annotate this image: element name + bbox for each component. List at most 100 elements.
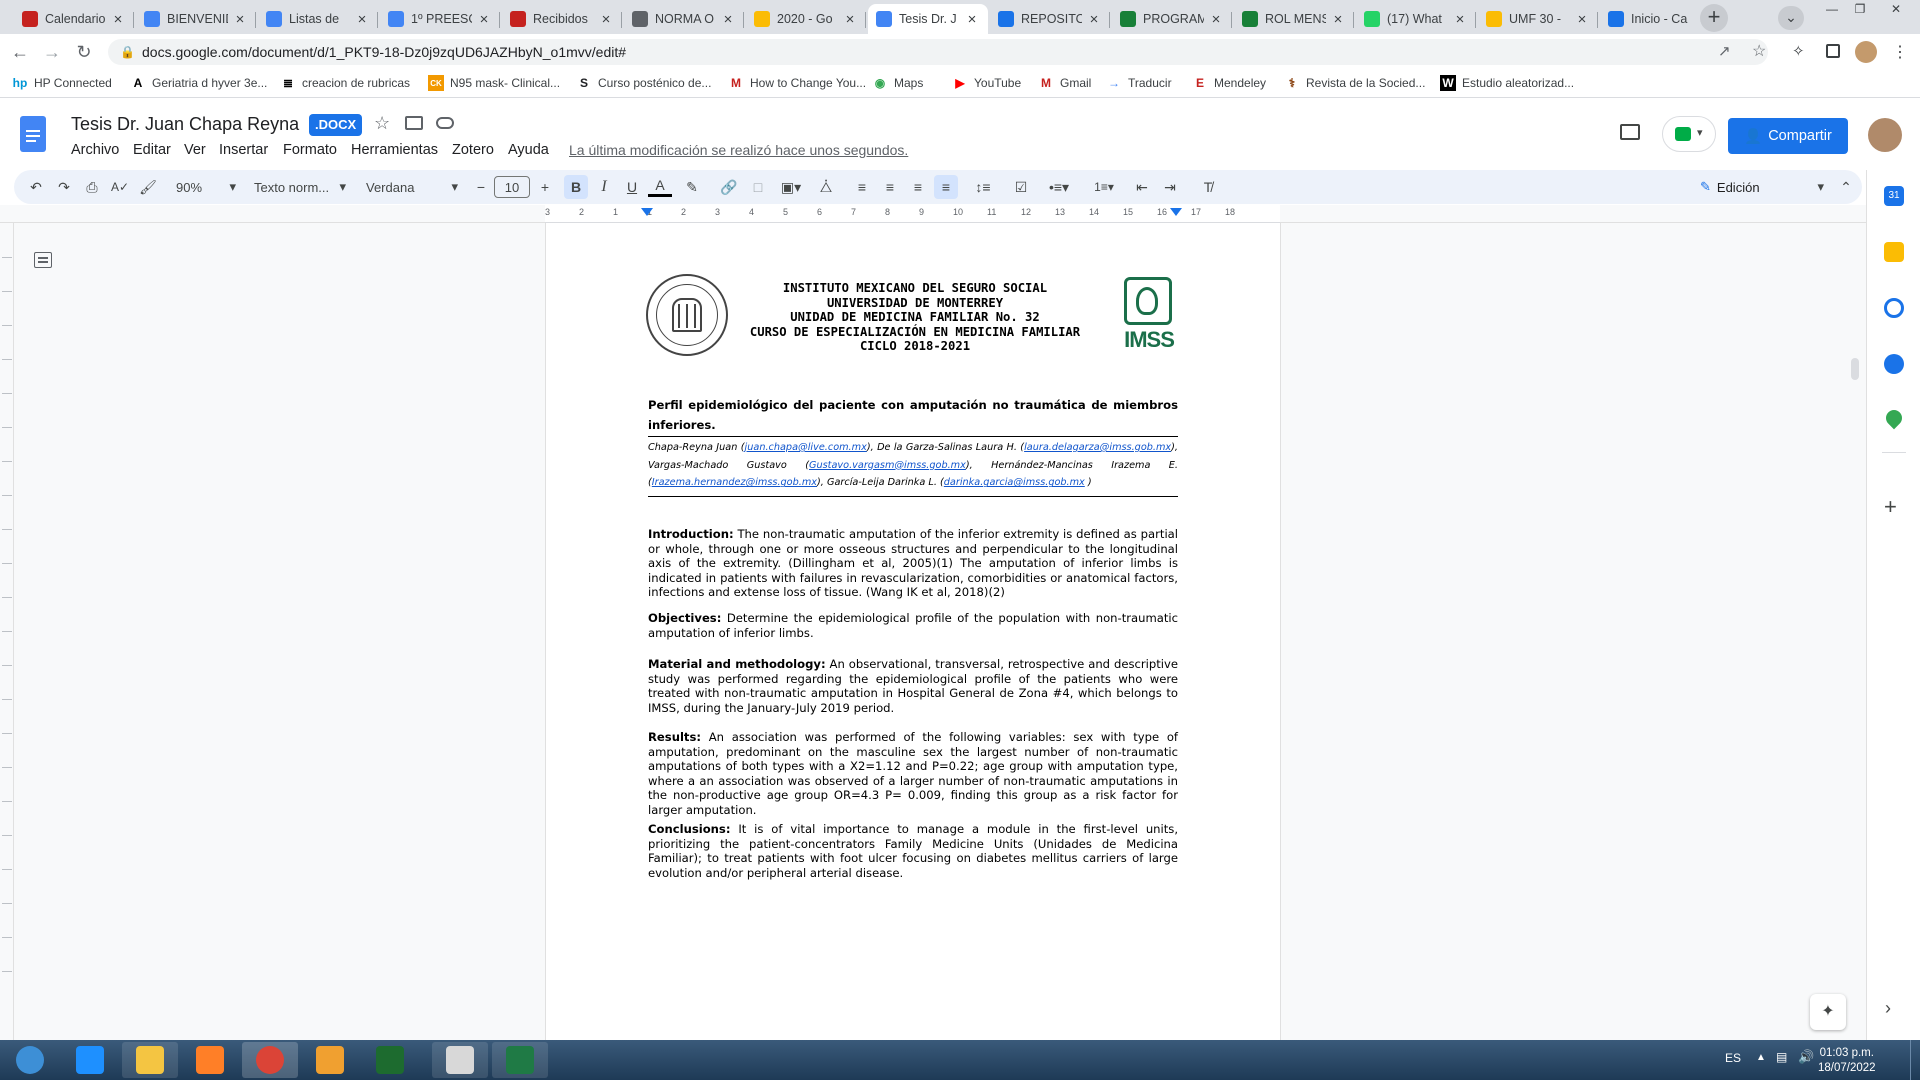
underline-icon[interactable]: U [620, 175, 644, 199]
align-justify-icon[interactable]: ≡ [934, 175, 958, 199]
comments-icon[interactable] [1620, 124, 1640, 140]
tab-search-chevron-icon[interactable]: ⌄ [1778, 6, 1804, 30]
share-page-icon[interactable]: ↗ [1718, 42, 1731, 60]
forward-arrow-icon[interactable]: → [40, 40, 64, 64]
bookmark-item[interactable]: CK N95 mask- Clinical... [428, 75, 560, 91]
menu-editar[interactable]: Editar [133, 142, 171, 158]
move-folder-icon[interactable] [405, 116, 423, 130]
bookmark-item[interactable]: ▶ YouTube [952, 75, 1021, 91]
close-tab-icon[interactable]: × [1452, 11, 1468, 28]
author-email-link[interactable]: Irazema.hernandez@imss.gob.mx [652, 477, 817, 488]
align-left-icon[interactable]: ≡ [850, 175, 874, 199]
bookmark-item[interactable]: E Mendeley [1192, 75, 1266, 91]
pdf-icon[interactable] [432, 1042, 488, 1078]
bookmark-item[interactable]: hp HP Connected [12, 75, 112, 91]
browser-tab[interactable]: 2020 - Go × [746, 4, 866, 34]
file-explorer-icon[interactable] [122, 1042, 178, 1078]
right-indent-marker[interactable] [1170, 208, 1182, 216]
close-tab-icon[interactable]: × [476, 11, 492, 28]
close-tab-icon[interactable]: × [1330, 11, 1346, 28]
back-arrow-icon[interactable]: ← [8, 40, 32, 64]
browser-tab[interactable]: Tesis Dr. J × [868, 4, 988, 34]
close-tab-icon[interactable]: × [232, 11, 248, 28]
media-player-icon[interactable] [182, 1042, 238, 1078]
increase-indent-icon[interactable]: ⇥ [1158, 175, 1182, 199]
menu-zotero[interactable]: Zotero [452, 142, 494, 158]
decrease-indent-icon[interactable]: ⇤ [1130, 175, 1154, 199]
explore-icon[interactable]: ✦ [1810, 994, 1846, 1030]
close-tab-icon[interactable]: × [1208, 11, 1224, 28]
windows-start-icon[interactable] [2, 1042, 58, 1078]
google-docs-logo-icon[interactable] [20, 116, 46, 152]
extensions-icon[interactable]: ✧ [1792, 42, 1805, 60]
close-tab-icon[interactable]: × [110, 11, 126, 28]
side-panel-icon[interactable] [1826, 44, 1840, 58]
menu-ver[interactable]: Ver [184, 142, 206, 158]
line-spacing-icon[interactable]: ↕≡ [970, 175, 996, 199]
keep-icon[interactable] [1884, 242, 1904, 262]
browser-tab[interactable]: Listas de × [258, 4, 378, 34]
bookmark-item[interactable]: S Curso posténico de... [576, 75, 711, 91]
left-indent-marker[interactable] [641, 208, 653, 216]
clear-formatting-icon[interactable]: T̸ [1196, 175, 1220, 199]
restore-icon[interactable]: ❐ [1846, 0, 1874, 20]
new-tab-button[interactable]: + [1700, 4, 1728, 32]
excel-icon[interactable] [492, 1042, 548, 1078]
profile-avatar-icon[interactable] [1855, 41, 1877, 63]
bookmark-item[interactable]: → Traducir [1106, 75, 1172, 91]
tasks-icon[interactable] [1884, 298, 1904, 318]
bookmark-item[interactable]: ≣ creacion de rubricas [280, 75, 410, 91]
network-icon[interactable]: ▤ [1776, 1050, 1787, 1064]
font-size-input[interactable]: 10 [494, 176, 530, 198]
browser-tab[interactable]: ROL MENS × [1234, 4, 1354, 34]
paint-format-icon[interactable]: 🖌 [136, 175, 160, 199]
menu-archivo[interactable]: Archivo [71, 142, 119, 158]
url-text[interactable]: docs.google.com/document/d/1_PKT9-18-Dz0… [142, 44, 626, 60]
close-tab-icon[interactable]: × [964, 11, 980, 28]
italic-icon[interactable]: I [592, 175, 616, 199]
browser-tab[interactable]: (17) What × [1356, 4, 1476, 34]
menu-formato[interactable]: Formato [283, 142, 337, 158]
share-button[interactable]: 👤 Compartir [1728, 118, 1848, 154]
checklist-icon[interactable]: ☑ [1008, 175, 1034, 199]
close-tab-icon[interactable]: × [598, 11, 614, 28]
browser-tab[interactable]: BIENVENID × [136, 4, 256, 34]
align-right-icon[interactable]: ≡ [906, 175, 930, 199]
numbered-list-icon[interactable]: 1≡▾ [1084, 175, 1124, 199]
collapse-menus-icon[interactable]: ⌃ [1834, 175, 1858, 199]
bookmark-item[interactable]: M Gmail [1038, 75, 1091, 91]
text-color-icon[interactable]: A [648, 175, 672, 197]
bookmark-star-icon[interactable]: ☆ [1752, 41, 1766, 61]
show-hidden-icons-icon[interactable]: ▲ [1756, 1052, 1766, 1063]
increase-font-size-icon[interactable]: + [534, 175, 556, 199]
calendar-icon[interactable]: 31 [1884, 186, 1904, 206]
bookmark-item[interactable]: W Estudio aleatorizad... [1440, 75, 1574, 91]
print-icon[interactable]: ⎙ [80, 175, 104, 199]
close-tab-icon[interactable]: × [354, 11, 370, 28]
browser-menu-icon[interactable]: ⋮ [1892, 42, 1908, 62]
author-email-link[interactable]: juan.chapa@live.com.mx [745, 442, 867, 453]
insert-image-icon[interactable]: ▣▾ [774, 175, 808, 199]
author-email-link[interactable]: laura.delagarza@imss.gob.mx [1024, 442, 1171, 453]
bookmark-item[interactable]: M How to Change You... [728, 75, 866, 91]
menu-insertar[interactable]: Insertar [219, 142, 268, 158]
add-comment-icon[interactable]: □ [746, 175, 770, 199]
get-addons-plus-icon[interactable]: + [1884, 494, 1897, 520]
close-tab-icon[interactable]: × [1574, 11, 1590, 28]
highlight-icon[interactable]: ✎ [680, 175, 704, 199]
document-title[interactable]: Tesis Dr. Juan Chapa Reyna [71, 114, 299, 135]
bookmark-item[interactable]: A Geriatria d hyver 3e... [130, 75, 268, 91]
scrollbar-thumb[interactable] [1851, 358, 1859, 380]
user-avatar[interactable] [1868, 118, 1902, 152]
star-icon[interactable]: ☆ [374, 113, 390, 134]
menu-ayuda[interactable]: Ayuda [508, 142, 549, 158]
browser-tab[interactable]: Recibidos × [502, 4, 622, 34]
last-edit-link[interactable]: La última modificación se realizó hace u… [569, 142, 908, 158]
author-email-link[interactable]: Gustavo.vargasm@imss.gob.mx [809, 460, 966, 471]
browser-tab[interactable]: NORMA O × [624, 4, 744, 34]
reload-icon[interactable]: ↻ [72, 40, 96, 64]
undo-icon[interactable]: ↶ [24, 175, 48, 199]
align-center-icon[interactable]: ≡ [878, 175, 902, 199]
font-select[interactable]: Verdana ▾ [366, 175, 458, 199]
decrease-font-size-icon[interactable]: − [470, 175, 492, 199]
